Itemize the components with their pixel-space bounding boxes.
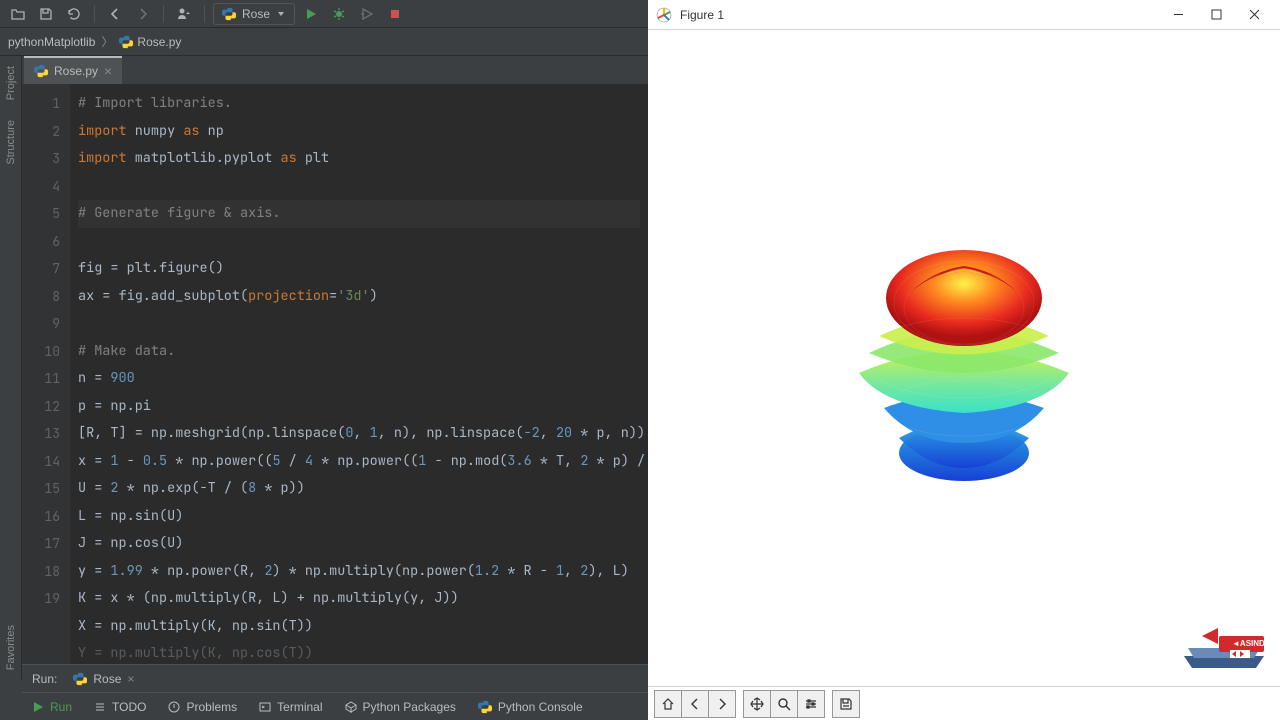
- configure-icon[interactable]: [797, 690, 825, 718]
- problems-toolwindow-button[interactable]: Problems: [168, 700, 237, 714]
- back-arrow-icon[interactable]: [681, 690, 709, 718]
- save-all-icon[interactable]: [34, 3, 58, 25]
- editor-tab[interactable]: Rose.py ×: [24, 56, 122, 84]
- breadcrumb-file[interactable]: Rose.py: [137, 35, 181, 49]
- figure-nav-toolbar: [648, 686, 1280, 720]
- breadcrumb-root[interactable]: pythonMatplotlib: [8, 35, 95, 49]
- home-icon[interactable]: [654, 690, 682, 718]
- terminal-toolwindow-button[interactable]: Terminal: [259, 700, 322, 714]
- run-coverage-icon: [355, 3, 379, 25]
- close-run-tab-icon[interactable]: ×: [127, 672, 134, 686]
- rose-3d-plot: [814, 208, 1114, 508]
- figure-title: Figure 1: [680, 8, 1152, 22]
- ide-window: Rose pythonMatplotlib 〉 Rose.py Project …: [0, 0, 648, 720]
- run-panel-tab-label: Rose: [93, 672, 121, 686]
- zoom-icon[interactable]: [770, 690, 798, 718]
- todo-toolwindow-button[interactable]: TODO: [94, 700, 146, 714]
- open-icon[interactable]: [6, 3, 30, 25]
- python-file-icon: [34, 64, 48, 78]
- run-icon[interactable]: [299, 3, 323, 25]
- python-file-icon: [119, 35, 133, 49]
- side-toolwindow-bar: Project Structure Favorites: [0, 56, 22, 680]
- figure-canvas[interactable]: ◄ASINDA: [648, 30, 1280, 686]
- breadcrumb: pythonMatplotlib 〉 Rose.py: [0, 28, 648, 56]
- bottom-toolwindow-bar: Run TODO Problems Terminal Python Packag…: [22, 692, 648, 720]
- watermark-logo: ◄ASINDA: [1174, 606, 1274, 680]
- favorites-toolwindow-button[interactable]: Favorites: [5, 625, 17, 670]
- python-file-icon: [73, 672, 87, 686]
- structure-toolwindow-button[interactable]: Structure: [5, 120, 17, 165]
- close-button[interactable]: [1236, 3, 1272, 27]
- matplotlib-figure-window: Figure 1: [648, 0, 1280, 720]
- editor-area[interactable]: 12345678910111213141516171819 # Import l…: [22, 84, 648, 664]
- code-editor-content[interactable]: # Import libraries. import numpy as np i…: [70, 84, 648, 664]
- minimize-button[interactable]: [1160, 3, 1196, 27]
- chevron-right-icon: 〉: [101, 33, 113, 50]
- nav-forward-icon: [131, 3, 155, 25]
- svg-text:◄ASINDA: ◄ASINDA: [1232, 639, 1271, 648]
- editor-tab-label: Rose.py: [54, 64, 98, 78]
- python-packages-toolwindow-button[interactable]: Python Packages: [345, 700, 456, 714]
- run-toolwindow-button[interactable]: Run: [32, 700, 72, 714]
- figure-titlebar[interactable]: Figure 1: [648, 0, 1280, 30]
- debug-icon[interactable]: [327, 3, 351, 25]
- python-console-toolwindow-button[interactable]: Python Console: [478, 700, 583, 714]
- run-panel-tab[interactable]: Rose ×: [67, 670, 140, 688]
- pan-icon[interactable]: [743, 690, 771, 718]
- nav-back-icon[interactable]: [103, 3, 127, 25]
- matplotlib-icon: [656, 7, 672, 23]
- forward-arrow-icon[interactable]: [708, 690, 736, 718]
- reload-icon[interactable]: [62, 3, 86, 25]
- maximize-button[interactable]: [1198, 3, 1234, 27]
- save-figure-icon[interactable]: [832, 690, 860, 718]
- run-config-selector[interactable]: Rose: [213, 3, 295, 25]
- run-panel-label: Run:: [32, 672, 57, 686]
- user-icon[interactable]: [172, 3, 196, 25]
- close-tab-icon[interactable]: ×: [104, 63, 112, 79]
- stop-icon[interactable]: [383, 3, 407, 25]
- run-config-name: Rose: [242, 7, 270, 21]
- editor-tabs: Rose.py ×: [0, 56, 648, 84]
- ide-toolbar: Rose: [0, 0, 648, 28]
- run-panel-header: Run: Rose ×: [22, 664, 648, 692]
- editor-gutter: 12345678910111213141516171819: [22, 84, 70, 664]
- project-toolwindow-button[interactable]: Project: [5, 66, 17, 100]
